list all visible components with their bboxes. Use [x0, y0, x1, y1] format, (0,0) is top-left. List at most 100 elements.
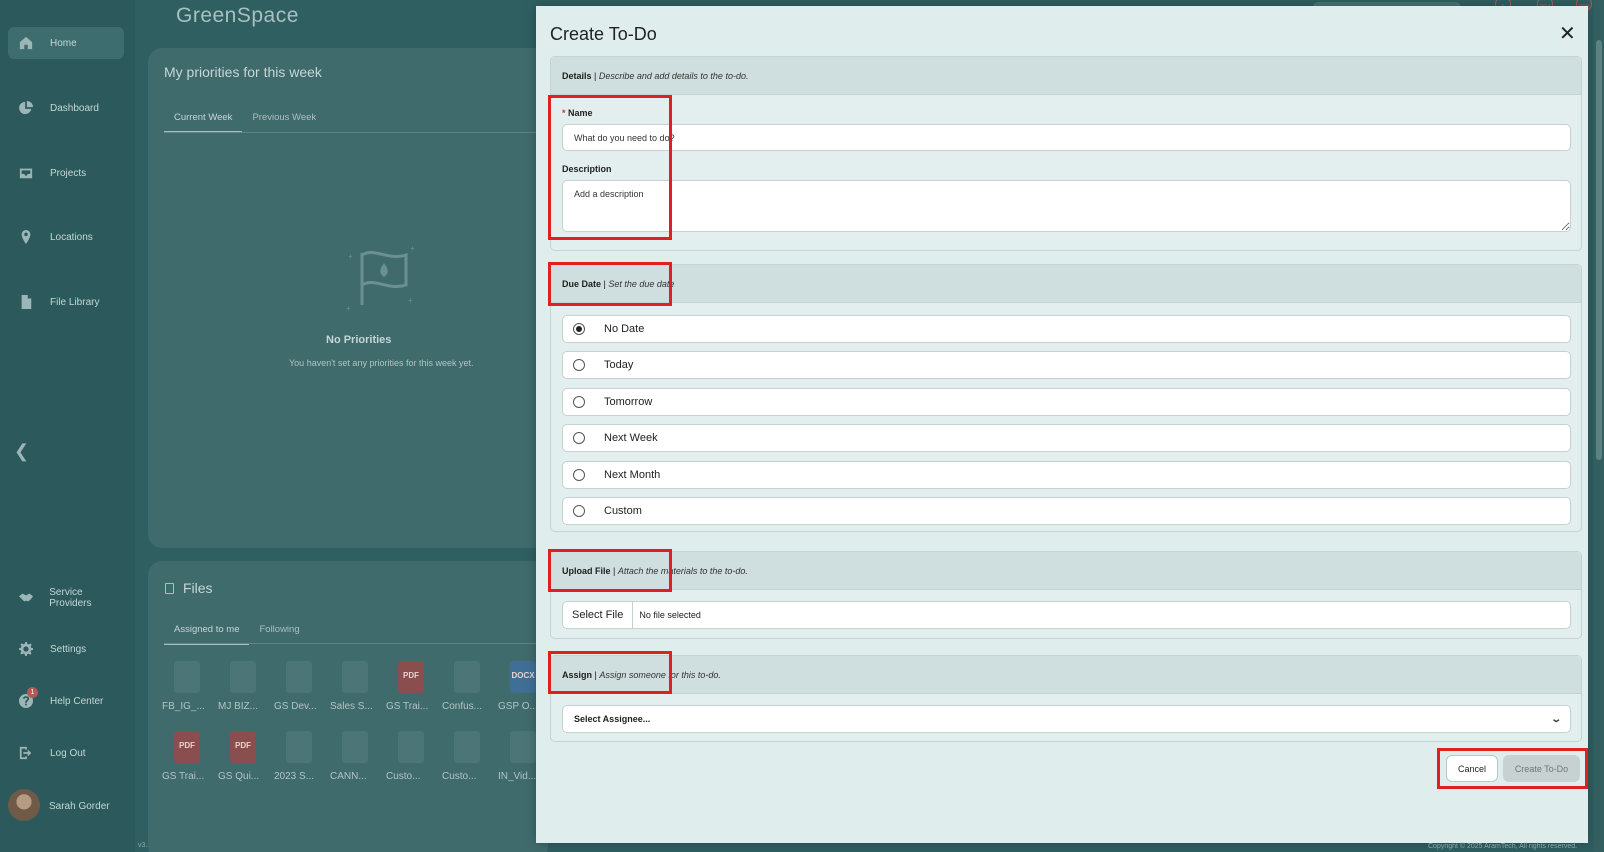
page-scrollbar[interactable]	[1594, 0, 1604, 852]
name-input[interactable]	[562, 124, 1571, 151]
tab-current-week[interactable]: Current Week	[164, 112, 243, 133]
help-center-badge: 1	[27, 687, 38, 698]
create-todo-button[interactable]: Create To-Do	[1503, 755, 1580, 782]
file-icon	[18, 294, 34, 310]
handshake-icon	[18, 590, 33, 606]
map-pin-icon	[18, 229, 34, 245]
due-option-next-month[interactable]: Next Month	[562, 461, 1571, 489]
file-tile[interactable]: PDF GS Qui...	[218, 731, 274, 782]
due-date-header: Due Date | Set the due date	[551, 265, 1581, 303]
details-section: Details | Describe and add details to th…	[550, 56, 1582, 251]
sidebar: Home Dashboard Projects Locations File L…	[0, 0, 135, 852]
file-tile[interactable]: PDF GS Trai...	[386, 661, 442, 712]
scrollbar-thumb[interactable]	[1596, 40, 1602, 460]
svg-text:+: +	[408, 296, 413, 305]
tab-assigned-to-me[interactable]: Assigned to me	[164, 624, 250, 645]
user-name: Sarah Gorder	[49, 801, 110, 812]
description-textarea[interactable]	[562, 180, 1571, 232]
document-icon	[286, 731, 312, 763]
radio-button[interactable]	[573, 505, 585, 517]
files-tabs: Assigned to me Following	[164, 624, 310, 645]
logout-icon	[18, 745, 34, 761]
upload-header: Upload File | Attach the materials to th…	[551, 552, 1581, 590]
file-tile[interactable]: 2023 S...	[274, 731, 330, 782]
logo: GreenSpace	[176, 4, 299, 27]
sidebar-item-home[interactable]: Home	[8, 27, 124, 59]
file-tile[interactable]: FB_IG_...	[162, 661, 218, 712]
due-date-section: Due Date | Set the due date No Date Toda…	[550, 264, 1582, 532]
radio-button[interactable]	[573, 323, 585, 335]
file-status: No file selected	[639, 610, 701, 620]
document-icon	[454, 731, 480, 763]
sidebar-item-help-center[interactable]: Help Center	[8, 685, 124, 717]
close-icon[interactable]: ✕	[1559, 21, 1576, 46]
sidebar-item-label: File Library	[50, 296, 100, 308]
modal-title: Create To-Do	[550, 24, 657, 44]
file-tile[interactable]: Custo...	[386, 731, 442, 782]
document-icon	[510, 731, 536, 763]
file-tile[interactable]: Sales S...	[330, 661, 386, 712]
sidebar-item-label: Locations	[50, 231, 93, 243]
pie-chart-icon	[18, 100, 34, 116]
sidebar-item-file-library[interactable]: File Library	[8, 286, 124, 318]
document-icon	[398, 731, 424, 763]
sidebar-item-label: Log Out	[50, 747, 86, 759]
copyright: Copyright © 2025 AramTech, All rights re…	[1428, 843, 1578, 850]
due-option-no-date[interactable]: No Date	[562, 315, 1571, 343]
svg-text:+: +	[348, 252, 353, 261]
priorities-tabs: Current Week Previous Week	[164, 112, 326, 133]
sidebar-item-label: Projects	[50, 167, 87, 179]
description-label: Description	[562, 164, 612, 174]
flag-icon: + + + +	[346, 244, 415, 313]
assign-section: Assign | Assign someone for this to-do. …	[550, 655, 1582, 742]
tab-previous-week[interactable]: Previous Week	[242, 112, 326, 133]
file-tile[interactable]: PDF GS Trai...	[162, 731, 218, 782]
sidebar-item-log-out[interactable]: Log Out	[8, 737, 124, 769]
sidebar-item-service-providers[interactable]: Service Providers	[8, 582, 124, 614]
sidebar-item-label: Home	[50, 37, 77, 49]
upload-section: Upload File | Attach the materials to th…	[550, 551, 1582, 639]
due-option-next-week[interactable]: Next Week	[562, 424, 1571, 452]
pdf-icon: PDF	[174, 731, 200, 763]
document-icon	[342, 661, 368, 693]
details-header: Details | Describe and add details to th…	[551, 57, 1581, 95]
chevron-down-icon: ⌄	[1549, 713, 1562, 725]
document-icon	[174, 661, 200, 693]
sidebar-item-label: Service Providers	[49, 587, 92, 609]
file-tile[interactable]: MJ BIZ...	[218, 661, 274, 712]
assignee-select[interactable]: Select Assignee... ⌄	[562, 705, 1571, 733]
avatar[interactable]	[8, 789, 40, 821]
sidebar-item-settings[interactable]: Settings	[8, 633, 124, 665]
cancel-button[interactable]: Cancel	[1446, 755, 1498, 782]
sidebar-item-label: Dashboard	[50, 102, 99, 114]
file-tile[interactable]: Confus...	[442, 661, 498, 712]
tab-following[interactable]: Following	[249, 624, 309, 645]
document-icon	[286, 661, 312, 693]
file-tile[interactable]: Custo...	[442, 731, 498, 782]
svg-text:+: +	[410, 244, 415, 253]
radio-button[interactable]	[573, 469, 585, 481]
tab-divider	[164, 643, 548, 644]
priorities-title: My priorities for this week	[164, 64, 322, 80]
home-icon	[18, 35, 34, 51]
assign-header: Assign | Assign someone for this to-do.	[551, 656, 1581, 694]
sidebar-item-dashboard[interactable]: Dashboard	[8, 92, 124, 124]
due-option-tomorrow[interactable]: Tomorrow	[562, 388, 1571, 416]
file-tile[interactable]: GS Dev...	[274, 661, 330, 712]
pdf-icon: PDF	[230, 731, 256, 763]
sidebar-item-label: Help Center	[50, 695, 104, 707]
empty-text: You haven't set any priorities for this …	[289, 358, 474, 368]
due-option-custom[interactable]: Custom	[562, 497, 1571, 525]
file-input[interactable]: Select File No file selected	[562, 601, 1571, 629]
radio-button[interactable]	[573, 359, 585, 371]
sidebar-item-locations[interactable]: Locations	[8, 221, 124, 253]
radio-button[interactable]	[573, 396, 585, 408]
sidebar-item-projects[interactable]: Projects	[8, 157, 124, 189]
radio-button[interactable]	[573, 432, 585, 444]
file-tile[interactable]: CANN...	[330, 731, 386, 782]
gear-icon	[18, 641, 34, 657]
due-option-today[interactable]: Today	[562, 351, 1571, 379]
collapse-sidebar-icon[interactable]: ❮	[14, 441, 29, 462]
select-file-button[interactable]: Select File	[563, 602, 634, 628]
empty-title: No Priorities	[326, 334, 392, 346]
